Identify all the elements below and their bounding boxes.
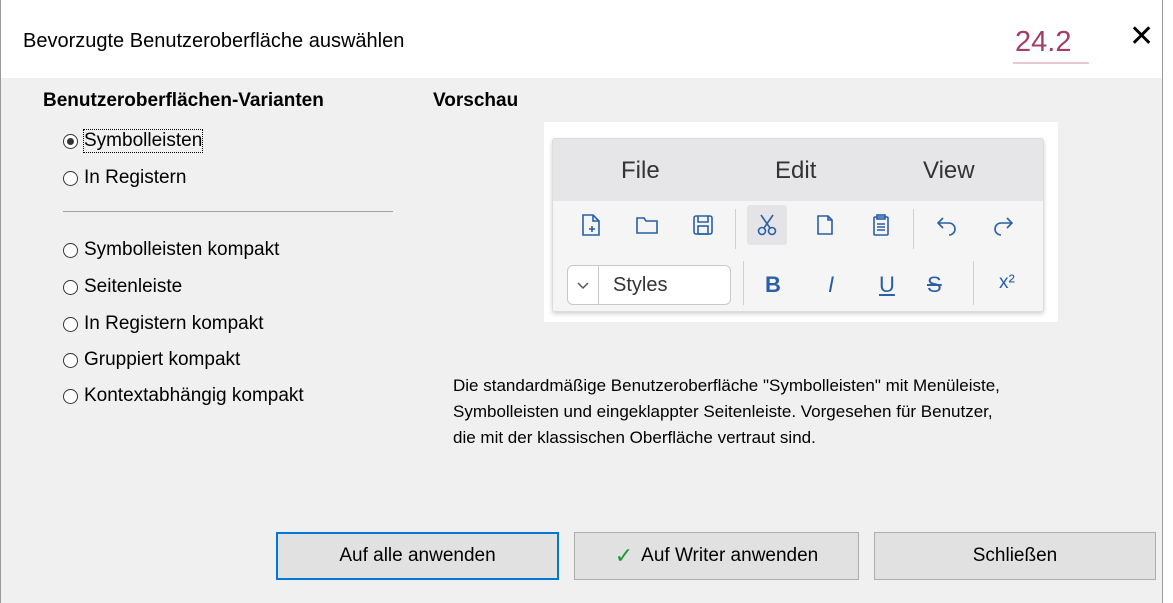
radio-in-registern[interactable]: In Registern — [63, 167, 186, 189]
save-icon — [683, 205, 723, 245]
radio-icon[interactable] — [63, 388, 78, 404]
description-line: die mit der klassischen Oberfläche vertr… — [453, 428, 816, 447]
version-badge-text: 24.2 — [1015, 26, 1072, 58]
preview-styles-label: Styles — [613, 274, 668, 296]
apply-all-label: Auf alle anwenden — [339, 545, 496, 566]
preview-menu-edit: Edit — [775, 157, 817, 184]
radio-label: Symbolleisten — [82, 129, 204, 153]
copy-icon — [805, 205, 845, 245]
radio-icon[interactable] — [63, 352, 78, 368]
radio-label: Symbolleisten kompakt — [84, 239, 280, 260]
preview-separator — [913, 209, 914, 249]
apply-writer-label: Auf Writer anwenden — [641, 545, 819, 566]
radio-symbolleisten-kompakt[interactable]: Symbolleisten kompakt — [63, 239, 279, 261]
radio-seitenleiste[interactable]: Seitenleiste — [63, 276, 182, 298]
preview-separator — [973, 261, 974, 305]
preview-styles-box: Styles — [567, 265, 731, 305]
underline-icon: U — [879, 272, 895, 297]
radio-icon[interactable] — [63, 170, 78, 186]
preview-heading: Vorschau — [433, 90, 519, 111]
dialog-window: Bevorzugte Benutzeroberfläche auswählen … — [0, 0, 1163, 603]
radio-icon[interactable] — [63, 316, 78, 332]
description-line: Die standardmäßige Benutzeroberfläche "S… — [453, 376, 1000, 395]
variants-heading: Benutzeroberflächen-Varianten — [43, 90, 324, 111]
close-label: Schließen — [972, 545, 1058, 566]
italic-icon: I — [828, 272, 835, 297]
apply-all-button[interactable]: Auf alle anwenden — [276, 532, 559, 580]
radio-label: In Registern kompakt — [84, 313, 264, 334]
radio-in-registern-kompakt[interactable]: In Registern kompakt — [63, 313, 264, 335]
radio-label: Kontextabhängig kompakt — [84, 385, 304, 406]
preview-menubar: File Edit View — [553, 139, 1043, 201]
radio-kontextabhaengig-kompakt[interactable]: Kontextabhängig kompakt — [63, 385, 304, 407]
strikethrough-icon: S — [927, 272, 942, 297]
superscript-icon: x² — [999, 272, 1015, 293]
radio-gruppiert-kompakt[interactable]: Gruppiert kompakt — [63, 349, 240, 371]
bold-icon: B — [765, 272, 781, 297]
variants-separator — [63, 211, 393, 212]
preview-image: File Edit View Styles B I U S x² — [544, 122, 1058, 322]
radio-label: Seitenleiste — [84, 276, 183, 297]
paste-icon — [861, 205, 901, 245]
preview-toolbar-mockup: File Edit View Styles B I U S x² — [552, 138, 1044, 312]
apply-writer-button[interactable]: ✓ Auf Writer anwenden — [574, 532, 859, 580]
radio-icon[interactable] — [63, 242, 78, 258]
radio-label: In Registern — [84, 167, 187, 188]
preview-menu-file: File — [621, 157, 660, 184]
close-button[interactable]: Schließen — [874, 532, 1156, 580]
title-bar: Bevorzugte Benutzeroberfläche auswählen … — [1, 0, 1162, 78]
chevron-down-icon — [568, 266, 599, 304]
redo-icon — [983, 205, 1023, 245]
radio-icon[interactable] — [63, 279, 78, 295]
dialog-title: Bevorzugte Benutzeroberfläche auswählen — [23, 30, 405, 52]
description-line: Symbolleisten und eingeklappter Seitenle… — [453, 402, 993, 421]
radio-symbolleisten[interactable]: Symbolleisten — [63, 129, 204, 153]
close-icon[interactable]: ✕ — [1129, 22, 1154, 52]
checkmark-icon: ✓ — [614, 543, 634, 568]
radio-label: Gruppiert kompakt — [84, 349, 241, 370]
cut-icon — [747, 205, 787, 245]
new-document-icon — [571, 205, 611, 245]
preview-separator — [735, 209, 736, 249]
variant-description: Die standardmäßige Benutzeroberfläche "S… — [453, 373, 1153, 451]
preview-icon-row — [553, 205, 1043, 255]
radio-selected-icon[interactable] — [63, 133, 78, 149]
open-folder-icon — [627, 205, 667, 245]
version-badge: 24.2 — [1013, 22, 1089, 64]
preview-separator — [743, 261, 744, 305]
preview-menu-view: View — [923, 157, 975, 184]
undo-icon — [927, 205, 967, 245]
preview-format-row: Styles B I U S x² — [553, 257, 1043, 307]
